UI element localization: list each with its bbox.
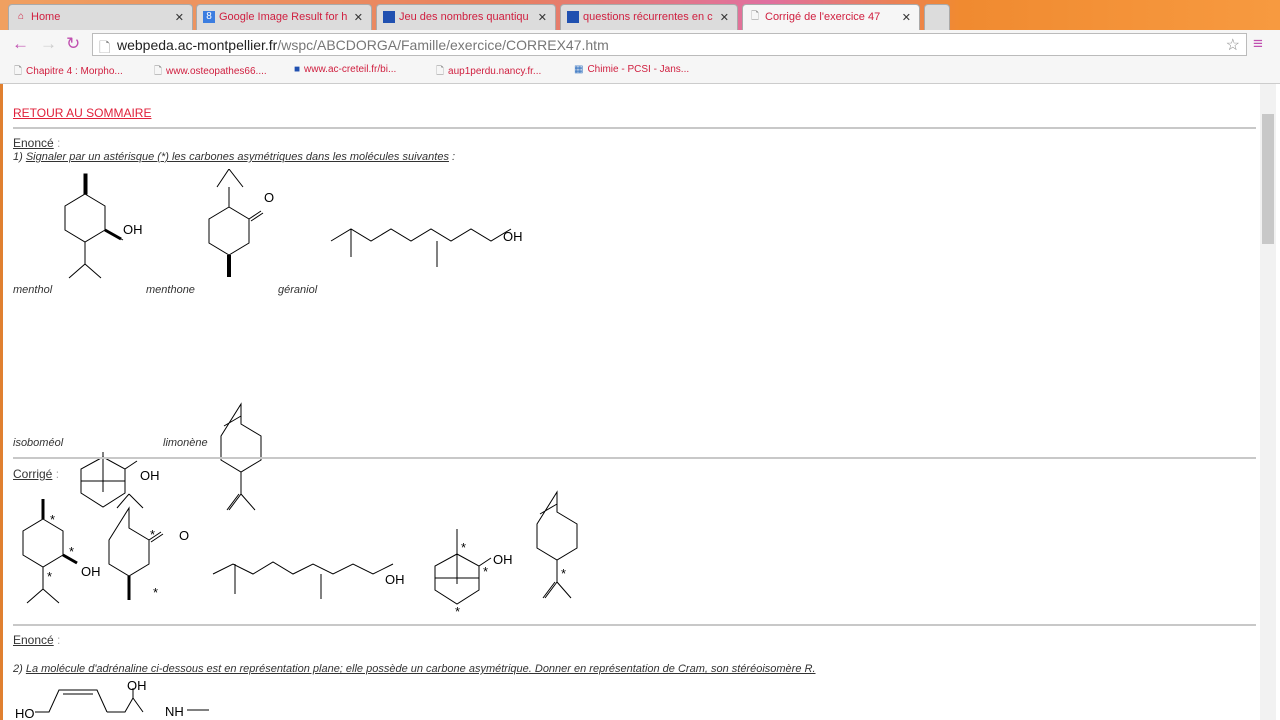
forward-button[interactable]: → [40,34,57,54]
close-icon[interactable]: ✕ [902,11,911,24]
svg-text:NH: NH [165,704,184,719]
tab-jeu-nombres[interactable]: Jeu des nombres quantiqu ✕ [376,4,556,30]
svg-text:O: O [179,528,189,543]
bookmark[interactable]: 🗋 Chapitre 4 : Morpho... [14,64,123,81]
close-icon[interactable]: ✕ [175,11,184,24]
back-button[interactable]: ← [12,34,29,54]
molecule-name: géraniol [278,284,318,296]
reload-button[interactable]: ↻ [66,34,80,54]
tab-google-image[interactable]: 8 Google Image Result for h ✕ [196,4,372,30]
bookmark[interactable]: 🗋 aup1perdu.nancy.fr... [436,64,541,81]
address-bar[interactable]: 🗋 webpeda.ac-montpellier.fr/wspc/ABCDORGA… [92,33,1247,56]
bookmark[interactable]: ■ www.ac-creteil.fr/bi... [294,64,396,75]
svg-text:*: * [47,569,52,584]
toolbar: ← → ↻ 🗋 webpeda.ac-montpellier.fr/wspc/AB… [0,30,1280,58]
svg-text:HO: HO [15,706,35,720]
google-icon: 8 [203,11,215,23]
bookmarks-bar: 🗋 Chapitre 4 : Morpho... 🗋 www.osteopathes… [0,58,1280,84]
molecule-name: menthol [13,284,53,296]
svg-text:OH: OH [123,222,143,237]
corrige-heading: Corrigé [13,467,53,481]
page-content: RETOUR AU SOMMAIRE Enoncé : 1) Signaler … [0,84,1260,720]
question-1: 1) Signaler par un astérisque (*) les ca… [13,151,456,163]
svg-text:OH: OH [503,229,523,244]
svg-text:OH: OH [127,678,147,693]
divider [13,457,1256,459]
svg-text:*: * [455,604,460,619]
enonce-heading: Enoncé [13,136,54,150]
molecule-name: menthone [146,284,195,296]
site-icon [383,11,395,23]
svg-text:OH: OH [385,572,405,587]
tab-strip: ⌂ Home ✕ 8 Google Image Result for h ✕ Jeu d… [0,0,1280,30]
svg-text:OH: OH [493,552,513,567]
svg-text:OH: OH [81,564,101,579]
svg-text:*: * [153,585,158,600]
svg-text:OH: OH [140,468,160,483]
site-icon [567,11,579,23]
star-icon[interactable]: ☆ [1226,35,1240,55]
adrenaline-molecule: HO OH NH [15,678,209,720]
close-icon[interactable]: ✕ [720,11,729,24]
molecule-name: limonène [163,437,208,449]
tab-questions[interactable]: questions récurrentes en c ✕ [560,4,738,30]
back-to-summary-link[interactable]: RETOUR AU SOMMAIRE [13,106,151,120]
divider [13,624,1256,626]
menu-icon[interactable]: ≡ [1253,34,1263,54]
svg-text:*: * [483,564,488,579]
molecule-name: isoboméol [13,437,64,449]
scrollbar[interactable] [1260,84,1276,720]
bookmark[interactable]: ▦ Chimie - PCSI - Jans... [574,64,689,75]
divider [13,127,1256,129]
svg-text:*: * [150,527,155,542]
close-icon[interactable]: ✕ [354,11,363,24]
svg-text:O: O [264,190,274,205]
tab-corrige[interactable]: 🗋 Corrigé de l'exercice 47 ✕ [742,4,920,30]
enonce-heading: Enoncé [13,633,54,647]
svg-text:*: * [50,512,55,527]
bookmark[interactable]: 🗋 www.osteopathes66.... [154,64,267,81]
home-icon: ⌂ [17,11,25,22]
page-icon: 🗋 [750,11,760,22]
close-icon[interactable]: ✕ [538,11,547,24]
tab-home[interactable]: ⌂ Home ✕ [8,4,193,30]
molecules-corrected: * * * OH * * O OH * * * OH * [22,490,578,619]
scrollbar-thumb[interactable] [1262,114,1274,244]
svg-text:*: * [461,540,466,555]
svg-text:*: * [69,544,74,559]
new-tab-button[interactable] [924,4,950,30]
svg-text:*: * [561,566,566,581]
